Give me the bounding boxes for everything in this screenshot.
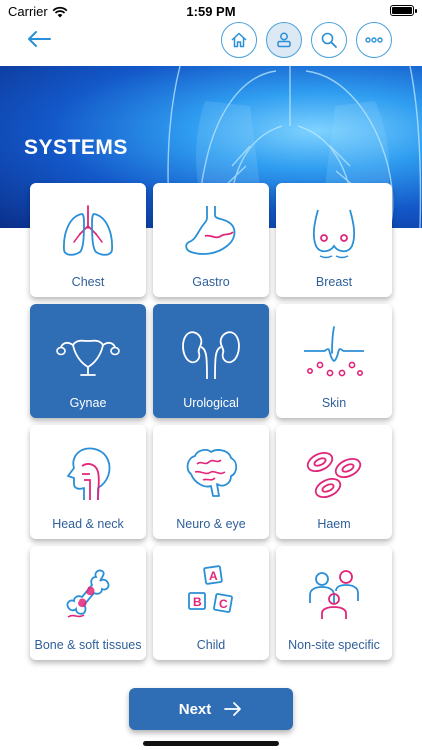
system-tile-gynae[interactable]: Gynae (30, 304, 146, 418)
lungs-icon (63, 205, 113, 256)
svg-text:B: B (193, 595, 202, 609)
back-button[interactable] (24, 26, 54, 52)
system-label: Head & neck (52, 517, 124, 531)
system-label: Child (196, 638, 226, 652)
system-label: Gynae (69, 396, 107, 410)
system-tile-non-site-specific[interactable]: Non-site specific (276, 546, 392, 660)
system-tile-haem[interactable]: Haem (276, 425, 392, 539)
clock: 1:59 PM (186, 4, 236, 19)
next-button[interactable]: Next (129, 688, 293, 730)
system-tile-breast[interactable]: Breast (276, 183, 392, 297)
bone-icon (66, 569, 110, 618)
system-label: Bone & soft tissues (34, 638, 142, 652)
system-label: Urological (183, 396, 239, 410)
battery-icon (390, 5, 417, 16)
system-label: Haem (317, 517, 351, 531)
next-label: Next (178, 700, 212, 718)
system-label: Neuro & eye (176, 517, 246, 531)
svg-text:C: C (219, 597, 228, 611)
svg-text:A: A (209, 569, 218, 583)
search-icon (321, 32, 337, 48)
search-button[interactable] (311, 22, 347, 58)
system-label: Breast (315, 275, 353, 289)
skin-icon (304, 326, 364, 377)
system-tile-neuro-eye[interactable]: Neuro & eye (153, 425, 269, 539)
system-label: Non-site specific (288, 638, 380, 652)
system-tile-head-neck[interactable]: Head & neck (30, 425, 146, 539)
head-neck-icon (67, 447, 111, 501)
abc-blocks-icon: A B C (188, 565, 233, 613)
page-title: SYSTEMS (24, 136, 128, 159)
home-icon (231, 32, 247, 48)
kidneys-icon (182, 331, 240, 380)
system-tile-skin[interactable]: Skin (276, 304, 392, 418)
system-label: Chest (71, 275, 105, 289)
top-nav (0, 20, 422, 64)
stomach-icon (185, 206, 236, 255)
home-indicator (143, 741, 279, 746)
system-tile-urological[interactable]: Urological (153, 304, 269, 418)
profile-button[interactable] (266, 22, 302, 58)
more-icon (365, 37, 383, 43)
systems-grid: Chest Gastro Breast Gynae Urological Ski… (30, 183, 392, 660)
uterus-icon (56, 339, 120, 376)
system-tile-gastro[interactable]: Gastro (153, 183, 269, 297)
profile-icon (277, 32, 291, 48)
arrow-left-icon (28, 31, 51, 47)
home-button[interactable] (221, 22, 257, 58)
system-label: Skin (321, 396, 347, 410)
arrow-right-icon (224, 702, 242, 716)
blood-cells-icon (306, 452, 362, 498)
breast-icon (312, 209, 356, 259)
brain-icon (186, 449, 238, 497)
system-label: Gastro (192, 275, 230, 289)
more-button[interactable] (356, 22, 392, 58)
group-icon (309, 570, 359, 619)
system-tile-chest[interactable]: Chest (30, 183, 146, 297)
system-tile-bone-soft-tissues[interactable]: Bone & soft tissues (30, 546, 146, 660)
system-tile-child[interactable]: A B C Child (153, 546, 269, 660)
